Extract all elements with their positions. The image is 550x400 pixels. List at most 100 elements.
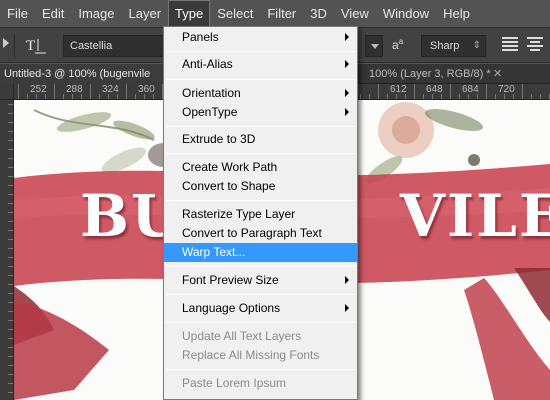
- menu-image[interactable]: Image: [71, 0, 121, 27]
- document-tab-untitled-3[interactable]: Untitled-3 @ 100% (bugenvile: [0, 64, 166, 84]
- menu-help[interactable]: Help: [436, 0, 477, 27]
- ruler-tick: [8, 131, 13, 132]
- menu-item-create-work-path[interactable]: Create Work Path: [164, 158, 357, 177]
- ruler-tick: [8, 104, 13, 105]
- ruler-tick: [8, 212, 13, 213]
- menu-item-label: Rasterize Type Layer: [182, 207, 296, 221]
- menu-layer[interactable]: Layer: [122, 0, 169, 27]
- menu-item-extrude-to-3d[interactable]: Extrude to 3D: [164, 130, 357, 149]
- menu-type[interactable]: Type: [168, 0, 211, 27]
- ruler-tick: [99, 94, 100, 99]
- menu-3d[interactable]: 3D: [303, 0, 334, 27]
- ruler-tick: [8, 329, 13, 330]
- menu-select[interactable]: Select: [210, 0, 260, 27]
- menu-separator: [166, 200, 355, 201]
- close-tab-icon[interactable]: ✕: [493, 64, 502, 84]
- options-collapse-icon[interactable]: [3, 38, 9, 48]
- leaf-shape: [56, 112, 112, 132]
- ruler-tick: [8, 158, 13, 159]
- menu-item-label: Create Work Path: [182, 160, 278, 174]
- menu-item-label: Convert to Paragraph Text: [182, 226, 322, 240]
- ruler-tick: [90, 84, 91, 99]
- menu-item-label: Orientation: [182, 86, 241, 100]
- menu-item-label: Replace All Missing Fonts: [182, 348, 320, 362]
- menu-item-anti-alias[interactable]: Anti-Alias: [164, 55, 357, 74]
- ruler-tick: [531, 94, 532, 99]
- ruler-tick: [8, 230, 13, 231]
- menu-item-label: Paste Lorem Ipsum: [182, 376, 287, 390]
- antialias-icon-superscript: a: [398, 37, 404, 46]
- submenu-arrow-icon: [345, 108, 349, 116]
- menu-filter[interactable]: Filter: [260, 0, 303, 27]
- menu-item-label: Extrude to 3D: [182, 132, 256, 146]
- menu-file[interactable]: File: [0, 0, 35, 27]
- ruler-tick: [441, 94, 442, 99]
- ruler-tick: [8, 374, 13, 375]
- vertical-ruler: [0, 100, 14, 400]
- menu-window[interactable]: Window: [376, 0, 436, 27]
- ruler-tick: [8, 203, 13, 204]
- ruler-tick: [8, 284, 13, 285]
- menu-item-rasterize-type-layer[interactable]: Rasterize Type Layer: [164, 205, 357, 224]
- antialias-select[interactable]: Sharp: [421, 35, 486, 57]
- ruler-origin[interactable]: [0, 84, 14, 100]
- menu-view[interactable]: View: [334, 0, 376, 27]
- menu-item-convert-to-shape[interactable]: Convert to Shape: [164, 177, 357, 196]
- ruler-tick: [8, 140, 13, 141]
- berry-shape: [468, 154, 480, 166]
- ruler-tick: [8, 176, 13, 177]
- ruler-tick: [8, 122, 13, 123]
- menu-item-warp-text[interactable]: Warp Text...: [164, 243, 357, 262]
- ruler-tick: [504, 94, 505, 99]
- flower-center: [392, 116, 420, 144]
- ruler-tick: [72, 94, 73, 99]
- menu-item-convert-to-paragraph-text[interactable]: Convert to Paragraph Text: [164, 224, 357, 243]
- ruler-tick: [495, 94, 496, 99]
- font-family-select[interactable]: Castellia: [63, 35, 165, 57]
- ruler-tick: [54, 84, 55, 99]
- ruler-tick: [477, 94, 478, 99]
- ruler-tick: [423, 94, 424, 99]
- ruler-tick: [8, 248, 13, 249]
- menu-item-font-preview-size[interactable]: Font Preview Size: [164, 271, 357, 290]
- options-divider: [14, 34, 15, 58]
- menu-item-label: Anti-Alias: [182, 57, 233, 71]
- ruler-tick: [117, 94, 118, 99]
- ruler-tick: [396, 94, 397, 99]
- ruler-tick: [81, 94, 82, 99]
- ruler-tick: [414, 84, 415, 99]
- align-left-icon[interactable]: [502, 37, 518, 53]
- submenu-arrow-icon: [345, 33, 349, 41]
- menu-item-paste-lorem-ipsum[interactable]: Paste Lorem Ipsum: [164, 374, 357, 393]
- menu-item-panels[interactable]: Panels: [164, 28, 357, 47]
- ruler-tick: [8, 113, 13, 114]
- text-orientation-toggle-icon[interactable]: T: [24, 35, 52, 57]
- ruler-tick: [8, 392, 13, 393]
- ruler-tick: [18, 84, 19, 99]
- menu-separator: [166, 322, 355, 323]
- ruler-tick: [8, 239, 13, 240]
- menu-item-orientation[interactable]: Orientation: [164, 84, 357, 103]
- menu-item-language-options[interactable]: Language Options: [164, 299, 357, 318]
- ruler-tick: [8, 311, 13, 312]
- ruler-tick: [27, 94, 28, 99]
- document-tab-layer-3[interactable]: 100% (Layer 3, RGB/8) *: [358, 64, 536, 84]
- menu-item-opentype[interactable]: OpenType: [164, 103, 357, 122]
- ribbon-tail-left: [14, 300, 109, 400]
- ruler-tick: [369, 94, 370, 99]
- ruler-tick: [8, 338, 13, 339]
- menu-item-update-all-text-layers[interactable]: Update All Text Layers: [164, 327, 357, 346]
- ruler-tick: [8, 356, 13, 357]
- menu-item-replace-all-missing-fonts[interactable]: Replace All Missing Fonts: [164, 346, 357, 365]
- menu-separator: [166, 153, 355, 154]
- menu-separator: [166, 369, 355, 370]
- menu-item-label: Warp Text...: [182, 245, 246, 259]
- menu-edit[interactable]: Edit: [35, 0, 71, 27]
- ribbon-fold-right: [514, 268, 550, 322]
- submenu-arrow-icon: [345, 60, 349, 68]
- ruler-tick: [135, 94, 136, 99]
- ruler-tick: [8, 167, 13, 168]
- align-center-icon[interactable]: [527, 37, 543, 53]
- font-size-dropdown[interactable]: [365, 35, 383, 57]
- antialias-icon: aa: [392, 37, 403, 52]
